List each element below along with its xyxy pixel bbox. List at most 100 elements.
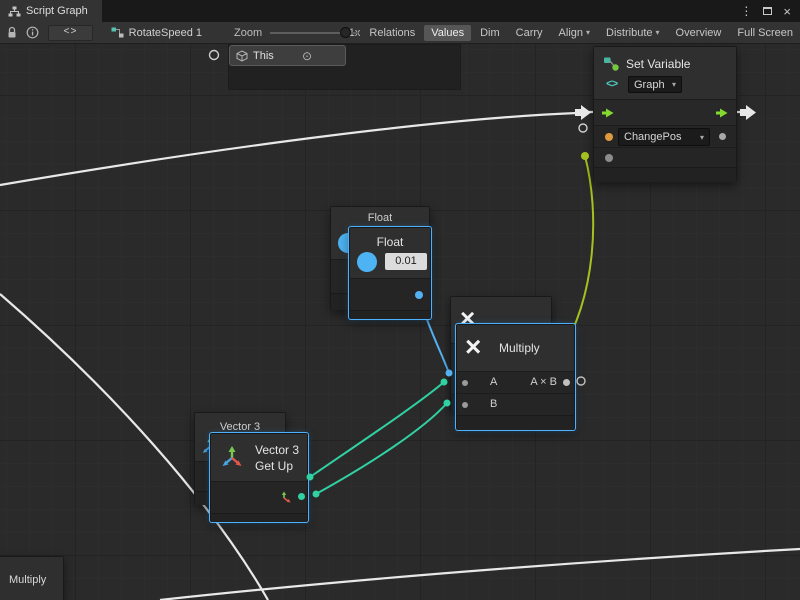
graph-reference[interactable]: RotateSpeed 1 xyxy=(111,27,202,39)
graph-type-icon: <> xyxy=(606,79,617,91)
distribute-button[interactable]: Distribute ▾ xyxy=(599,25,666,41)
float-icon xyxy=(357,252,377,272)
set-variable-icon xyxy=(603,56,620,72)
vector-wire-end[interactable] xyxy=(441,379,448,386)
relations-button[interactable]: Relations xyxy=(362,25,422,41)
graph-name: RotateSpeed 1 xyxy=(129,27,202,39)
button-label: Carry xyxy=(516,27,543,39)
graph-canvas[interactable]: Float × Vector 3 This ⊙ xyxy=(0,44,800,600)
kebab-menu-button[interactable]: ⋮ xyxy=(740,5,752,17)
flow-arrow-out xyxy=(740,105,756,120)
vector3-icon xyxy=(219,444,245,470)
node-body xyxy=(211,481,307,513)
node-multiply-corner[interactable]: Multiply xyxy=(0,556,64,600)
window-tab-bar: Script Graph ⋮ × xyxy=(0,0,800,22)
node-this[interactable]: This ⊙ xyxy=(229,45,346,66)
variable-dropdown[interactable]: ChangePos ▾ xyxy=(618,128,710,146)
variable-row: ChangePos ▾ xyxy=(594,125,736,147)
node-title: Vector 3 xyxy=(195,421,285,433)
button-label: Values xyxy=(431,27,464,39)
button-label: Align xyxy=(559,27,583,39)
node-subtitle: Get Up xyxy=(255,459,293,473)
flow-out-port[interactable] xyxy=(715,106,729,120)
overview-button[interactable]: Overview xyxy=(669,25,729,41)
port-row-a: A A × B xyxy=(457,371,574,393)
flow-arrow-in xyxy=(575,105,591,120)
button-label: Relations xyxy=(369,27,415,39)
result-output-port[interactable] xyxy=(563,379,570,386)
dim-button[interactable]: Dim xyxy=(473,25,507,41)
zoom-slider-handle[interactable] xyxy=(340,27,351,38)
input-b-port[interactable] xyxy=(462,402,468,408)
script-graph-icon xyxy=(8,6,21,17)
flow-wire[interactable] xyxy=(160,549,800,600)
node-footer xyxy=(211,513,307,522)
info-button[interactable] xyxy=(26,24,41,42)
value-row xyxy=(594,147,736,167)
caret-down-icon: ▾ xyxy=(700,133,704,142)
node-vector3-get-up[interactable]: Vector 3 Get Up xyxy=(210,433,308,522)
vector3-type-icon xyxy=(279,491,291,503)
code-view-button[interactable]: <> xyxy=(48,25,92,41)
vector-wire-start[interactable] xyxy=(313,491,320,498)
node-footer xyxy=(350,310,430,319)
node-title: Vector 3 xyxy=(255,443,299,457)
this-relation-port[interactable] xyxy=(210,51,219,60)
button-label: Full Screen xyxy=(737,27,793,39)
port-label-a: A xyxy=(490,376,497,388)
button-label: Overview xyxy=(676,27,722,39)
maximize-button[interactable] xyxy=(763,7,772,15)
flow-in-port[interactable] xyxy=(601,106,615,120)
caret-down-icon: ▾ xyxy=(672,80,676,89)
zoom-label: Zoom xyxy=(234,27,262,39)
lock-button[interactable] xyxy=(5,24,20,42)
port-row-b: B xyxy=(457,393,574,415)
node-title: Set Variable xyxy=(626,57,690,71)
button-label: Distribute xyxy=(606,27,652,39)
float-value-field[interactable]: 0.01 xyxy=(385,253,427,270)
node-title: Float xyxy=(331,212,429,224)
multiply-icon: × xyxy=(465,333,481,361)
graph-toolbar: <> RotateSpeed 1 Zoom 1x Relations Value… xyxy=(0,22,800,44)
flow-wire[interactable] xyxy=(0,113,577,185)
vector-value-wire[interactable] xyxy=(310,382,444,477)
vector3-output-port[interactable] xyxy=(298,493,305,500)
node-footer xyxy=(457,415,574,430)
flow-row xyxy=(594,99,736,125)
info-icon xyxy=(26,26,39,39)
target-icon[interactable]: ⊙ xyxy=(302,50,312,62)
caret-down-icon: ▾ xyxy=(656,28,660,37)
close-button[interactable]: × xyxy=(783,5,791,18)
unconnected-port[interactable] xyxy=(579,124,587,132)
tab-script-graph[interactable]: Script Graph xyxy=(0,0,102,22)
fullscreen-button[interactable]: Full Screen xyxy=(730,25,800,41)
button-label: Dim xyxy=(480,27,500,39)
result-wire-end[interactable] xyxy=(581,152,589,160)
values-button[interactable]: Values xyxy=(424,25,471,41)
port-label-result: A × B xyxy=(530,376,557,388)
node-footer xyxy=(594,167,736,182)
graph-kind-dropdown[interactable]: Graph ▾ xyxy=(628,76,682,93)
align-button[interactable]: Align▾ xyxy=(552,25,597,41)
gameobject-cube-icon xyxy=(236,50,248,62)
multiply-output-outer-port[interactable] xyxy=(577,377,585,385)
node-float[interactable]: Float 0.01 xyxy=(349,227,431,319)
float-output-port[interactable] xyxy=(415,291,423,299)
node-set-variable[interactable]: Set Variable <> Graph ▾ ChangePos ▾ xyxy=(593,46,737,182)
tab-title: Script Graph xyxy=(26,5,88,17)
variable-output-port[interactable] xyxy=(719,133,726,140)
carry-button[interactable]: Carry xyxy=(509,25,550,41)
code-icon: <> xyxy=(63,27,77,38)
node-title: Multiply xyxy=(9,574,46,586)
node-body xyxy=(350,278,430,310)
vector-value-wire[interactable] xyxy=(316,403,447,494)
input-a-port[interactable] xyxy=(462,380,468,386)
window-controls: ⋮ × xyxy=(740,0,800,22)
zoom-slider[interactable] xyxy=(270,26,342,40)
variable-name-port[interactable] xyxy=(605,133,613,141)
dropdown-value: Graph xyxy=(634,79,665,91)
port-label-b: B xyxy=(490,398,497,410)
node-multiply[interactable]: × Multiply A A × B B xyxy=(456,324,575,430)
dropdown-value: ChangePos xyxy=(624,131,682,143)
value-input-port[interactable] xyxy=(605,154,613,162)
